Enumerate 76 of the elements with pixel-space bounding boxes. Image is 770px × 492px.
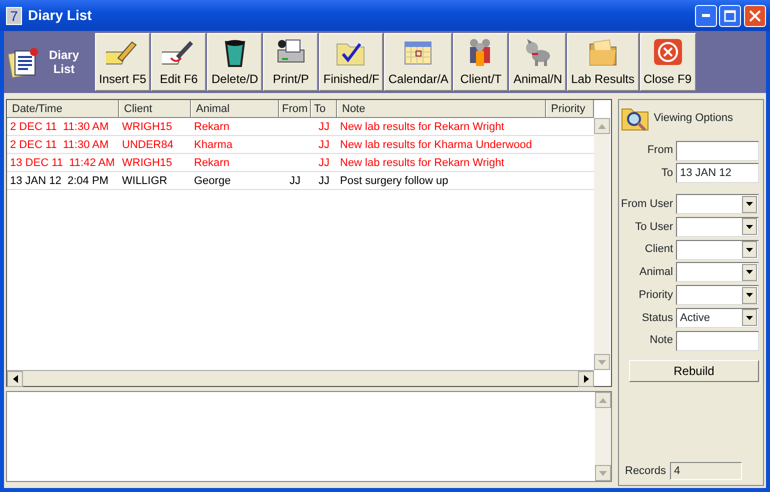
field-label: From User xyxy=(621,196,673,212)
table-cell-text: 2 DEC 11 11:30 AM xyxy=(9,120,110,135)
down-arrow-icon xyxy=(599,470,607,476)
toolbar-button[interactable]: Delete/D xyxy=(207,33,262,91)
toolbar-button[interactable]: Client/T xyxy=(453,33,508,91)
table-cell-text: WILLIGR xyxy=(121,174,168,189)
field-label: Animal xyxy=(638,265,673,280)
app-icon: 7 xyxy=(6,6,22,24)
column-header[interactable]: Animal xyxy=(191,100,279,117)
input-field[interactable] xyxy=(676,140,759,160)
field-label: To User xyxy=(634,220,673,234)
table-cell-text: Kharma xyxy=(193,138,234,153)
dropdown-field[interactable] xyxy=(676,240,759,260)
dropdown-field[interactable]: Active xyxy=(676,308,759,328)
table-cell-text: New lab results for Rekarn Wright xyxy=(339,120,506,135)
table-cell-text: 13 DEC 11 11:42 AM xyxy=(9,156,116,171)
field-label: From xyxy=(646,143,673,158)
table-cell-text: WRIGH15 xyxy=(121,156,174,171)
column-header[interactable]: From xyxy=(279,100,311,117)
minimize-icon xyxy=(702,14,710,17)
dropdown-field[interactable] xyxy=(676,216,759,237)
table-cell-text: JJ xyxy=(318,120,330,135)
table-cell-text: 2 DEC 11 11:30 AM xyxy=(9,138,110,153)
table-cell-text: JJ xyxy=(318,138,330,153)
column-header[interactable]: Note xyxy=(337,100,546,117)
up-arrow-icon xyxy=(598,124,606,128)
toolbar-button[interactable]: Finished/F xyxy=(319,33,384,91)
column-header[interactable]: Client xyxy=(119,100,191,117)
toolbar-button[interactable]: Calendar/A xyxy=(384,33,452,91)
table-cell-text: George xyxy=(193,174,232,189)
table-cell-text: JJ xyxy=(288,174,302,189)
table-cell-text: 13 JAN 12 2:04 PM xyxy=(9,174,110,189)
rebuild-button[interactable]: Rebuild xyxy=(629,360,759,382)
left-arrow-icon xyxy=(12,375,18,383)
field-label: To xyxy=(660,166,673,181)
records-label: Records xyxy=(625,464,666,479)
window-title: Diary List xyxy=(28,6,92,25)
toolbar-button[interactable]: Animal/N xyxy=(509,33,566,91)
toolbar-button[interactable]: Lab Results xyxy=(567,33,638,91)
up-arrow-icon xyxy=(599,398,607,402)
table-cell-text: Rekarn xyxy=(193,156,230,171)
toolbar-button[interactable]: Insert F5 xyxy=(95,33,150,91)
input-field[interactable] xyxy=(676,330,759,350)
table-cell-text: Rekarn xyxy=(193,120,230,135)
table-cell-text: JJ xyxy=(318,174,330,189)
right-arrow-icon xyxy=(584,375,588,383)
column-header[interactable]: To xyxy=(311,100,337,117)
field-label: Status xyxy=(640,310,673,326)
field-label: Note xyxy=(648,333,673,348)
scroll-left-button[interactable] xyxy=(7,371,23,387)
minimize-button[interactable] xyxy=(694,4,716,26)
column-header[interactable]: Date/Time xyxy=(7,100,119,117)
toolbar-button[interactable]: Close F9 xyxy=(640,33,696,91)
table-cell-text: UNDER84 xyxy=(121,138,174,153)
diary-list-label: Diary List xyxy=(48,48,80,76)
table-cell-text: New lab results for Rekarn Wright xyxy=(339,156,506,171)
field-label: Client xyxy=(644,242,673,258)
table-cell-text: Post surgery follow up xyxy=(339,174,450,189)
table-cell-text: JJ xyxy=(318,156,330,171)
dropdown-field[interactable] xyxy=(676,285,759,305)
viewing-options-title: Viewing Options xyxy=(654,110,734,126)
records-field: 4 xyxy=(670,462,742,480)
field-label: Priority xyxy=(638,288,673,303)
dropdown-field[interactable] xyxy=(676,194,759,214)
toolbar-button[interactable]: Edit F6 xyxy=(151,33,206,91)
toolbar-button[interactable]: Print/P xyxy=(263,33,318,91)
table-cell-text: New lab results for Kharma Underwood xyxy=(339,138,533,153)
input-field[interactable]: 13 JAN 12 xyxy=(676,163,759,184)
down-arrow-icon xyxy=(598,360,606,364)
close-button[interactable] xyxy=(744,4,766,26)
close-icon xyxy=(749,10,761,22)
maximize-icon xyxy=(724,10,736,22)
maximize-button[interactable] xyxy=(719,4,742,26)
table-cell-text: WRIGH15 xyxy=(121,120,174,135)
scroll-right-button[interactable] xyxy=(578,371,594,387)
dropdown-field[interactable] xyxy=(676,262,759,282)
